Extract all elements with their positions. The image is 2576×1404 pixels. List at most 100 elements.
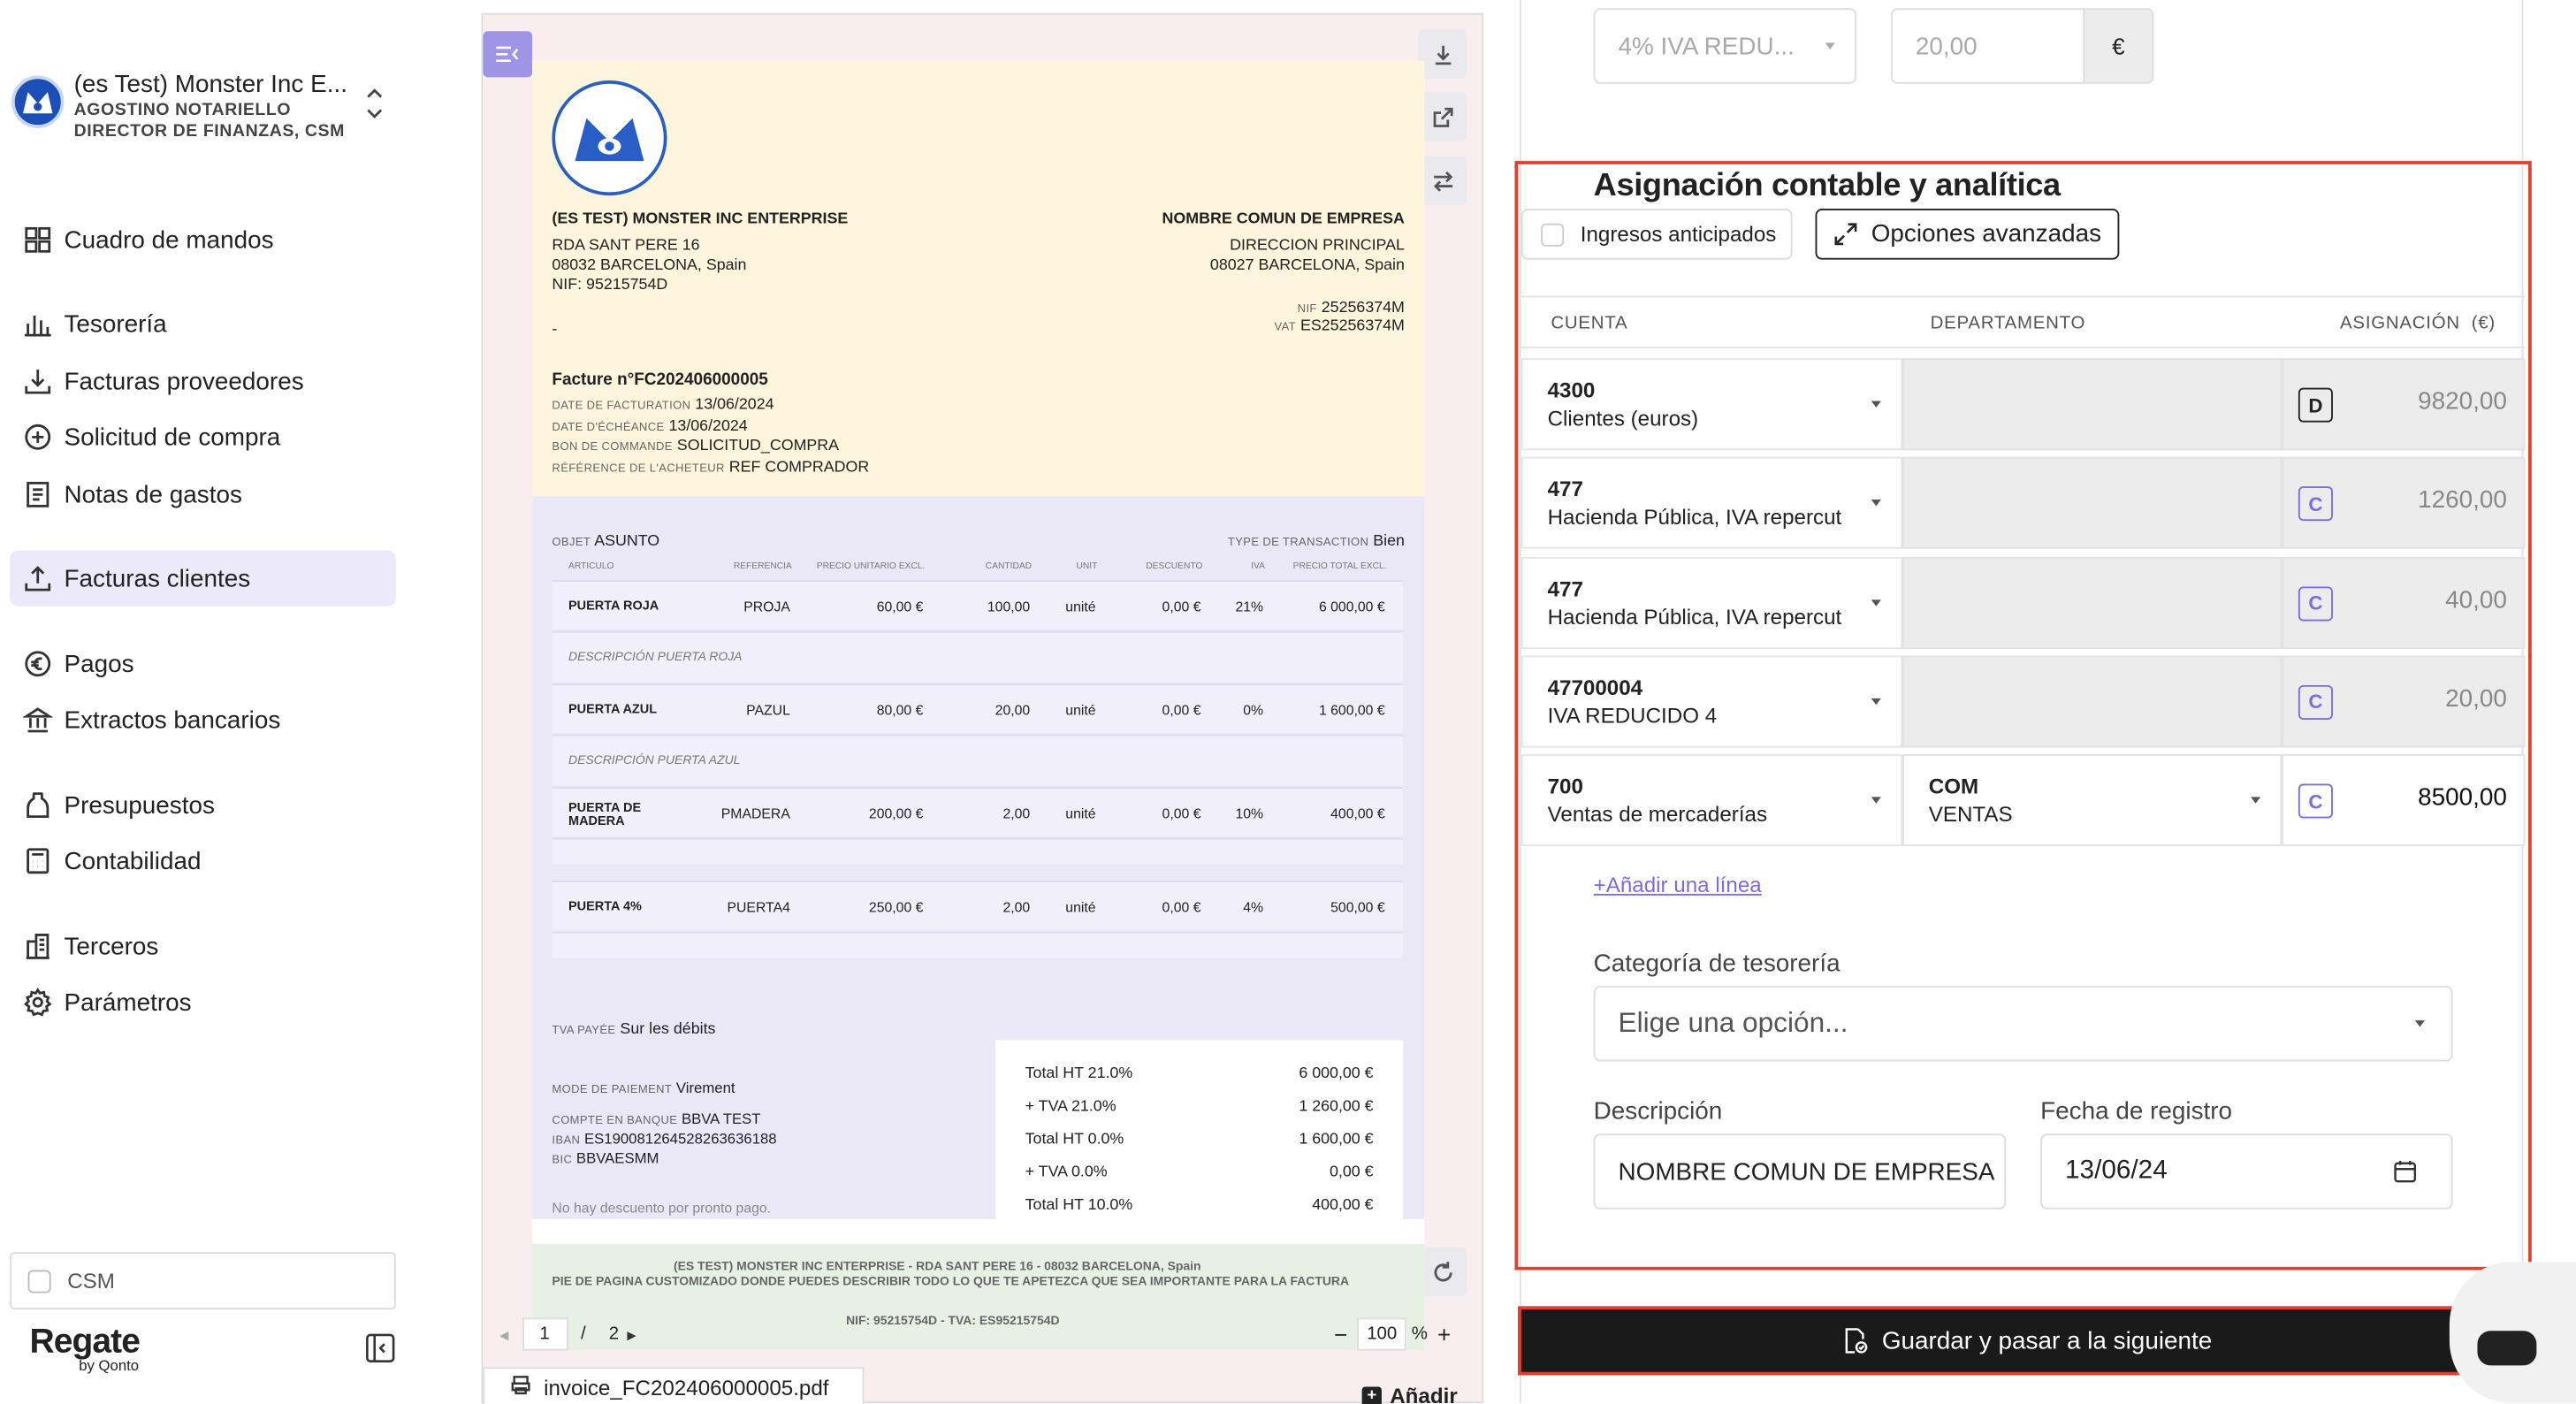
seller-dash: - — [552, 320, 558, 339]
chevron-updown-icon — [363, 84, 386, 124]
total-label: Total HT 10.0% — [1025, 1195, 1133, 1215]
total-line: + TVA 21.0% 1 260,00 € — [1025, 1097, 1374, 1120]
invoice-cell-vat: 21% — [1235, 598, 1264, 615]
file-tab[interactable]: invoice_FC202406000005.pdf — [483, 1367, 865, 1404]
nav-item-tesorería[interactable]: Tesorería — [10, 296, 396, 352]
total-value: 0,00 € — [1330, 1163, 1374, 1182]
invoice-field: DATE DE FACTURATION 13/06/2024 — [552, 396, 774, 414]
tva-label: TVA PAYÉE — [552, 1025, 616, 1037]
vat-amount-input[interactable]: 20,00 — [1891, 8, 2085, 84]
nav-item-solicitud-de-compra[interactable]: Solicitud de compra — [10, 409, 396, 465]
plus-square-icon: + — [1361, 1385, 1382, 1404]
nav-item-facturas-proveedores[interactable]: Facturas proveedores — [10, 354, 396, 409]
zoom-out-icon[interactable]: − — [1334, 1321, 1347, 1347]
buyer-vat-value: ES25256374M — [1299, 317, 1405, 336]
buyer-vat: VAT ES25256374M — [1274, 317, 1404, 335]
payment-field: BIC BBVAESMM — [552, 1150, 659, 1167]
plus-circle-icon — [23, 423, 52, 452]
zoom-input[interactable]: 100 — [1357, 1317, 1407, 1351]
nav-label: Terceros — [64, 932, 159, 961]
next-page-icon[interactable]: ▸ — [627, 1324, 636, 1345]
open-external-button[interactable] — [1417, 92, 1467, 141]
prev-page-icon[interactable]: ◂ — [499, 1324, 508, 1345]
add-file-label: Añadir — [1390, 1383, 1458, 1404]
user-role: DIRECTOR DE FINANZAS, CSM — [73, 121, 345, 141]
invoice-cell-qty: 2,00 — [1002, 805, 1031, 822]
nav-item-presupuestos[interactable]: Presupuestos — [10, 777, 396, 833]
payment-field-value: BBVA TEST — [681, 1110, 761, 1127]
invoice-cell-unit: unité — [1065, 805, 1096, 822]
invoice-line-description — [552, 931, 1404, 958]
csm-checkbox[interactable] — [27, 1269, 51, 1293]
transaction-label: TYPE DE TRANSACTION — [1227, 537, 1369, 549]
nav-item-terceros[interactable]: Terceros — [10, 919, 396, 974]
object-line: OBJET ASUNTO — [552, 532, 659, 550]
invoice-line-description: DESCRIPCIÓN PUERTA AZUL — [552, 734, 1404, 786]
invoice-line: PUERTA ROJA PROJA 60,00 € 100,00 unité 0,00 €… — [552, 580, 1404, 630]
vat-rate-select[interactable]: 4% IVA REDU... — [1593, 8, 1856, 84]
invoice-field-label: BON DE COMMANDE — [552, 441, 673, 454]
invoice-line: PUERTA DE MADERA PMADERA 200,00 € 2,00 unité… — [552, 787, 1404, 836]
invoice-cell-unit: unité — [1065, 898, 1096, 916]
object-label: OBJET — [552, 537, 591, 549]
invoice-line: PUERTA AZUL PAZUL 80,00 € 20,00 unité 0,00 € 0… — [552, 683, 1404, 733]
buyer-address-1: DIRECCION PRINCIPAL — [1230, 236, 1405, 256]
seller-nif: NIF: 95215754D — [552, 276, 668, 294]
nav-label: Presupuestos — [64, 790, 215, 820]
printer-icon — [511, 1375, 530, 1400]
invoice-cell-qty: 2,00 — [1002, 898, 1031, 916]
invoice-field-value: SOLICITUD_COMPRA — [676, 437, 840, 455]
total-value: 1 260,00 € — [1299, 1097, 1374, 1116]
csm-label: CSM — [67, 1268, 115, 1293]
invoice-cell-qty: 20,00 — [995, 701, 1031, 719]
currency-symbol: € — [2112, 33, 2125, 59]
nav-item-parámetros[interactable]: Parámetros — [10, 974, 396, 1030]
totals-box: Total HT 21.0% 6 000,00 € + TVA 21.0% 1 260… — [995, 1040, 1404, 1230]
highlight-allocation — [1514, 161, 2532, 1270]
download-button[interactable] — [1417, 29, 1467, 80]
invoice-field: RÉFÉRENCE DE L'ACHETEUR REF COMPRADOR — [552, 458, 869, 476]
payment-field-label: BIC — [552, 1155, 573, 1167]
nav-item-notas-de-gastos[interactable]: Notas de gastos — [10, 467, 396, 523]
nav-label: Tesorería — [64, 309, 167, 338]
invoice-cell-price: 60,00 € — [876, 598, 924, 615]
total-value: 400,00 € — [1312, 1195, 1374, 1215]
nav-item-contabilidad[interactable]: Contabilidad — [10, 833, 396, 889]
nav-item-pagos[interactable]: Pagos — [10, 636, 396, 691]
chat-widget[interactable] — [2449, 1262, 2576, 1404]
swap-button[interactable] — [1417, 156, 1467, 206]
save-next-button[interactable]: Guardar y pasar a la siguiente — [1518, 1306, 2537, 1376]
invoice-cell-vat: 10% — [1235, 805, 1264, 822]
nav-label: Solicitud de compra — [64, 423, 281, 452]
bank-icon — [23, 705, 53, 734]
invoice-cell-name: PUERTA ROJA — [568, 598, 659, 614]
euro-icon — [23, 649, 52, 678]
nav-item-cuadro-de-mandos[interactable]: Cuadro de mandos — [10, 212, 396, 268]
invoice-field: BON DE COMMANDE SOLICITUD_COMPRA — [552, 437, 839, 454]
buyer-vat-label: VAT — [1274, 322, 1296, 334]
external-link-icon — [1432, 106, 1452, 126]
total-label: Total HT 21.0% — [1025, 1064, 1133, 1083]
chevron-down-icon — [1825, 42, 1835, 50]
page-input[interactable]: 1 — [522, 1317, 568, 1351]
bar-chart-icon — [23, 309, 52, 338]
nav-item-facturas-clientes[interactable]: Facturas clientes — [10, 550, 396, 607]
seller-name: (ES TEST) MONSTER INC ENTERPRISE — [552, 210, 849, 229]
collapse-sidebar-icon[interactable] — [365, 1332, 396, 1363]
zoom-in-icon[interactable]: + — [1437, 1321, 1451, 1347]
toggle-panel-icon[interactable] — [483, 31, 533, 78]
brand-sub: by Qonto — [79, 1357, 140, 1374]
org-switcher[interactable]: (es Test) Monster Inc E... AGOSTINO NOTA… — [10, 65, 398, 148]
currency-addon: € — [2083, 8, 2154, 84]
total-value: 6 000,00 € — [1299, 1064, 1374, 1083]
nav-label: Contabilidad — [64, 847, 202, 875]
add-file-button[interactable]: + Añadir — [1361, 1383, 1458, 1404]
footer-line-2: PIE DE PAGINA CUSTOMIZADO DONDE PUEDES D… — [552, 1273, 1350, 1288]
chat-icon — [2477, 1331, 2537, 1366]
org-logo — [11, 75, 65, 128]
invoice-col-header: IVA — [1251, 561, 1265, 572]
invoice-col-header: PRECIO UNITARIO EXCL. — [816, 561, 926, 572]
csm-checkbox-row[interactable]: CSM — [10, 1252, 396, 1310]
nav-item-extractos-bancarios[interactable]: Extractos bancarios — [10, 691, 396, 747]
rotate-button[interactable] — [1417, 1247, 1467, 1297]
